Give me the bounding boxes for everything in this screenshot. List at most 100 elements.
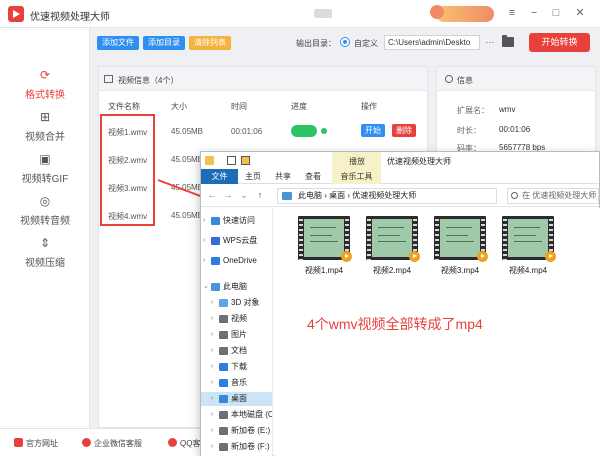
sidebar: ⟳ 格式转换 ⊞ 视频合并 ▣ 视频转GIF ◎ 视频转音频 ⇕ 视频压缩 (0, 28, 90, 428)
up-arrow-icon[interactable]: ↑ (255, 190, 265, 200)
nav-tree-item[interactable]: › 新加卷 (F:) (201, 440, 272, 454)
file-name: 视频1.mp4 (304, 266, 344, 275)
nav-tree-label: OneDrive (223, 256, 257, 265)
menu-icon[interactable]: ≡ (504, 5, 520, 21)
expand-caret-icon[interactable]: › (211, 360, 213, 374)
browse-more-button[interactable]: ··· (484, 36, 496, 48)
expand-caret-icon[interactable]: › (211, 440, 213, 454)
audio-icon: ◎ (39, 194, 51, 208)
nav-tree-item[interactable]: › 视频 (201, 312, 272, 326)
file-item[interactable]: 视频4.mp4 (502, 216, 556, 275)
wechat-service-link[interactable]: 企业微信客服 (82, 438, 142, 449)
onedrive-icon (211, 257, 220, 265)
expand-caret-icon[interactable]: ⌄ (203, 280, 209, 294)
tab-music-tools[interactable]: 音乐工具 (332, 169, 381, 184)
expand-caret-icon[interactable]: › (203, 254, 205, 268)
info-ext-label: 扩展名： (457, 106, 489, 115)
row-file-time: 00:01:06 (231, 127, 263, 136)
maximize-button[interactable]: □ (548, 5, 564, 21)
properties-icon[interactable] (227, 156, 236, 165)
nav-tree-item[interactable]: › 本地磁盘 (C: (201, 408, 273, 422)
qq-icon (168, 438, 177, 447)
expand-caret-icon[interactable]: › (211, 408, 213, 422)
video-panel-header: 视频信息（4个） (99, 67, 427, 91)
sidebar-item-video-to-audio[interactable]: ◎ 视频转音频 (0, 194, 90, 236)
start-convert-button[interactable]: 开始转换 (529, 33, 590, 52)
nav-tree-label: 下载 (231, 362, 247, 371)
thumbnail-screen (304, 219, 344, 257)
explorer-search-input[interactable]: 在 优速视频处理大师 中搜索 (507, 188, 599, 204)
new-folder-icon[interactable] (241, 156, 250, 165)
nav-tree-item[interactable]: › 下载 (201, 360, 272, 374)
nav-tree-item[interactable]: › 桌面 (201, 392, 272, 406)
expand-caret-icon[interactable]: › (203, 214, 205, 228)
file-item[interactable]: 视频1.mp4 (298, 216, 352, 275)
close-button[interactable]: ✕ (572, 5, 588, 21)
address-bar[interactable]: 此电脑 › 桌面 › 优速视频处理大师 (277, 188, 497, 204)
tab-home[interactable]: 主页 (245, 171, 261, 182)
recent-dropdown-icon[interactable]: ⌄ (239, 190, 249, 200)
custom-dir-radio[interactable] (340, 37, 350, 47)
nav-tree-item[interactable]: › 文档 (201, 344, 272, 358)
nav-tree-label: 新加卷 (F:) (231, 442, 270, 451)
expand-caret-icon[interactable]: › (211, 424, 213, 438)
app-title: 优速视频处理大师 (30, 12, 110, 23)
expand-caret-icon[interactable]: › (211, 312, 213, 326)
file-explorer-window: 播放 优速视频处理大师 文件 主页 共享 查看 音乐工具 ← → ⌄ ↑ 此电脑… (200, 151, 600, 456)
file-item[interactable]: 视频2.mp4 (366, 216, 420, 275)
file-item[interactable]: 视频3.mp4 (434, 216, 488, 275)
nav-tree-item[interactable]: › WPS云盘 (201, 234, 272, 248)
user-account-button[interactable] (436, 6, 494, 22)
nav-tree-item[interactable]: › 音乐 (201, 376, 272, 390)
open-folder-icon[interactable] (502, 35, 514, 47)
merge-icon: ⊞ (39, 110, 51, 124)
forward-arrow-icon[interactable]: → (223, 190, 233, 200)
music-icon (219, 379, 228, 387)
sidebar-item-video-to-gif[interactable]: ▣ 视频转GIF (0, 152, 90, 194)
custom-dir-label[interactable]: 自定义 (354, 38, 378, 49)
nav-tree-label: 本地磁盘 (C: (231, 410, 273, 419)
expand-caret-icon[interactable]: › (203, 234, 205, 248)
info-duration-value: 00:01:06 (499, 125, 531, 134)
sidebar-item-video-merge[interactable]: ⊞ 视频合并 (0, 110, 90, 152)
nav-tree-item[interactable]: ⌄ 此电脑 (201, 280, 272, 294)
sidebar-item-label: 视频合并 (25, 132, 65, 143)
nav-tree-item[interactable]: › 新加卷 (E:) (201, 424, 272, 438)
expand-caret-icon[interactable]: › (211, 328, 213, 342)
nav-tree-item[interactable]: › 快速访问 (201, 214, 272, 228)
add-directory-button[interactable]: 添加目录 (143, 36, 185, 50)
add-file-button[interactable]: 添加文件 (97, 36, 139, 50)
row-start-button[interactable]: 开始 (361, 124, 385, 137)
nav-tree-item[interactable]: › 3D 对象 (201, 296, 272, 310)
qq-service-link[interactable]: QQ客 (168, 438, 200, 449)
minimize-button[interactable]: − (526, 5, 542, 21)
column-header-time: 时间 (231, 102, 247, 111)
expand-caret-icon[interactable]: › (211, 344, 213, 358)
thumbnail-screen (372, 219, 412, 257)
update-badge[interactable] (314, 9, 332, 18)
tab-view[interactable]: 查看 (305, 171, 321, 182)
expand-caret-icon[interactable]: › (211, 296, 213, 310)
output-path-input[interactable] (384, 35, 480, 50)
nav-tree-label: 视频 (231, 314, 247, 323)
play-icon (409, 251, 420, 262)
tab-file[interactable]: 文件 (201, 169, 238, 184)
clear-list-button[interactable]: 清除列表 (189, 36, 231, 50)
nav-tree-item[interactable]: › OneDrive (201, 254, 272, 268)
row-delete-button[interactable]: 删除 (392, 124, 416, 137)
tab-share[interactable]: 共享 (275, 171, 291, 182)
progress-toggle[interactable] (291, 125, 317, 137)
sidebar-item-format-convert[interactable]: ⟳ 格式转换 (0, 68, 90, 110)
sidebar-item-video-compress[interactable]: ⇕ 视频压缩 (0, 236, 90, 278)
play-icon (341, 251, 352, 262)
nav-tree-item[interactable]: › 图片 (201, 328, 272, 342)
document-icon (219, 347, 228, 355)
expand-caret-icon[interactable]: › (211, 392, 213, 406)
avatar[interactable] (430, 5, 444, 19)
back-arrow-icon[interactable]: ← (207, 190, 217, 200)
nav-tree-label: 音乐 (231, 378, 247, 387)
play-tab-label[interactable]: 播放 (349, 156, 365, 167)
explorer-address-row: ← → ⌄ ↑ 此电脑 › 桌面 › 优速视频处理大师 在 优速视频处理大师 中… (201, 185, 599, 207)
official-website-link[interactable]: 官方网址 (14, 438, 58, 449)
expand-caret-icon[interactable]: › (211, 376, 213, 390)
